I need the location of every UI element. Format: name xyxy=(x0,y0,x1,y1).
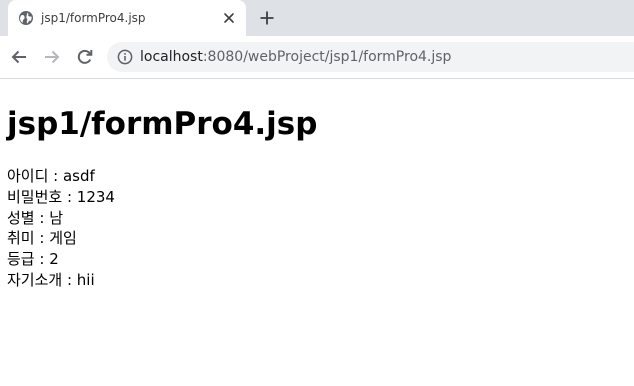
address-url[interactable]: localhost:8080/webProject/jsp1/formPro4.… xyxy=(140,48,451,66)
url-path: :8080/webProject/jsp1/formPro4.jsp xyxy=(202,49,452,65)
globe-icon xyxy=(19,11,33,25)
result-password: 비밀번호 : 1234 xyxy=(7,187,115,206)
result-hobby: 취미 : 게임 xyxy=(7,229,77,248)
url-host: localhost xyxy=(140,49,203,65)
arrow-left-icon[interactable] xyxy=(9,47,29,67)
result-id: 아이디 : asdf xyxy=(7,167,95,185)
result-grade: 등급 : 2 xyxy=(7,250,59,269)
close-icon[interactable] xyxy=(221,10,237,26)
browser-toolbar: localhost:8080/webProject/jsp1/formPro4.… xyxy=(0,36,634,79)
reload-icon[interactable] xyxy=(75,47,95,67)
browser-tab[interactable]: jsp1/formPro4.jsp xyxy=(8,0,246,36)
info-icon[interactable] xyxy=(117,49,133,65)
page-title: jsp1/formPro4.jsp xyxy=(7,106,318,142)
address-bar[interactable]: localhost:8080/webProject/jsp1/formPro4.… xyxy=(107,42,634,72)
result-gender: 성별 : 남 xyxy=(7,208,63,227)
form-result-list: 아이디 : asdf 비밀번호 : 1234 성별 : 남 취미 : 게임 등급… xyxy=(7,166,115,291)
result-intro: 자기소개 : hii xyxy=(7,270,95,289)
arrow-right-icon[interactable] xyxy=(42,47,62,67)
page-content: jsp1/formPro4.jsp 아이디 : asdf 비밀번호 : 1234… xyxy=(0,79,634,386)
plus-icon[interactable] xyxy=(258,9,276,27)
tab-strip: jsp1/formPro4.jsp xyxy=(0,0,634,36)
tab-title: jsp1/formPro4.jsp xyxy=(41,11,146,25)
